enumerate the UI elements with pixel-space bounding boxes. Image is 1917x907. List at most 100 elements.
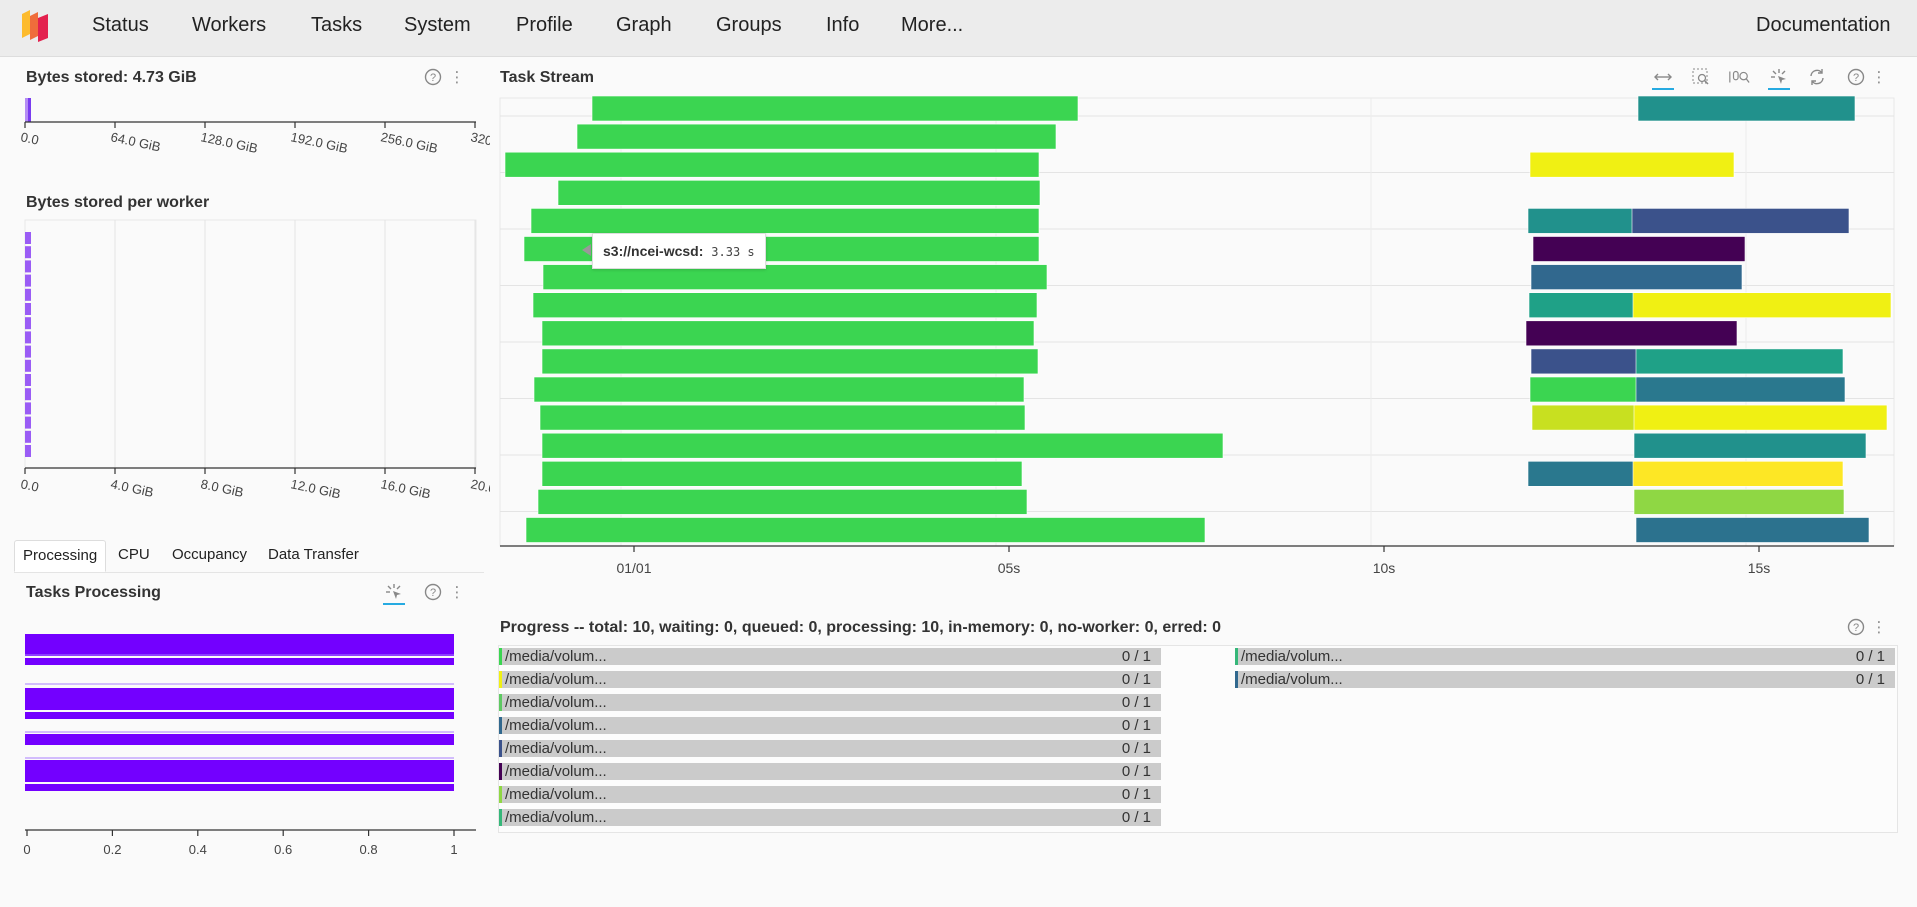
- tab-processing[interactable]: Processing: [14, 540, 107, 572]
- worker-bytes-bar: [25, 430, 31, 443]
- progress-bar: /media/volum... 0 / 1: [1235, 648, 1895, 665]
- more-options-icon[interactable]: ⋮: [1868, 616, 1890, 638]
- tooltip-key: s3://ncei-wcsd:: [603, 243, 704, 259]
- worker-bytes-bar: [25, 388, 31, 401]
- task-stream-bar: [541, 320, 1035, 347]
- bytes-stored-title: Bytes stored: 4.73 GiB: [26, 69, 197, 86]
- nav-documentation[interactable]: Documentation: [1756, 14, 1891, 37]
- bytes-per-worker-chart: 0.0 4.0 GiB 8.0 GiB 12.0 GiB 16.0 GiB 20.0 Gi…: [20, 219, 490, 501]
- help-icon[interactable]: ?: [1845, 616, 1867, 638]
- progress-label: /media/volum...: [1241, 671, 1343, 688]
- task-stream-bar: [1635, 517, 1870, 543]
- axis-tick-label: 0.2: [103, 842, 121, 857]
- progress-label: /media/volum...: [505, 671, 607, 688]
- progress-bar: /media/volum... 0 / 1: [499, 648, 1161, 665]
- tasks-processing-chart: 0 0.2 0.4 0.6 0.8 1: [23, 634, 476, 857]
- axis-tick-label: 0: [23, 842, 30, 857]
- progress-label: /media/volum...: [505, 694, 607, 711]
- more-options-icon[interactable]: ⋮: [1868, 66, 1890, 88]
- worker-bytes-bar: [25, 331, 31, 344]
- worker-bytes-bar: [25, 445, 31, 457]
- task-stream-bar: [539, 404, 1026, 431]
- top-navbar: Status Workers Tasks System Profile Grap…: [0, 0, 1917, 57]
- progress-count: 0 / 1: [1121, 648, 1151, 665]
- task-stream-bar: [1633, 489, 1845, 515]
- processing-bar: [25, 712, 454, 719]
- progress-label: /media/volum...: [505, 717, 607, 734]
- nav-system[interactable]: System: [404, 14, 471, 37]
- worker-bytes-bar: [25, 232, 31, 244]
- tab-occupancy[interactable]: Occupancy: [164, 540, 255, 570]
- nav-groups[interactable]: Groups: [716, 14, 782, 37]
- nav-status[interactable]: Status: [92, 14, 149, 37]
- progress-count: 0 / 1: [1121, 786, 1151, 803]
- task-stream-bar: [1637, 96, 1856, 122]
- progress-bar: /media/volum... 0 / 1: [1235, 671, 1895, 688]
- task-stream-bar: [1633, 404, 1888, 431]
- nav-workers[interactable]: Workers: [192, 14, 266, 37]
- dask-logo-icon[interactable]: [20, 8, 52, 42]
- worker-bytes-bar: [25, 359, 31, 372]
- progress-count: 0 / 1: [1121, 671, 1151, 688]
- task-stream-bar: [1529, 151, 1735, 178]
- progress-title: Progress -- total: 10, waiting: 0, queue…: [500, 619, 1222, 636]
- nav-graph[interactable]: Graph: [616, 14, 672, 37]
- task-stream-bar: [504, 151, 1040, 178]
- svg-text:?: ?: [430, 72, 436, 84]
- task-stream-bar: [537, 489, 1028, 515]
- nav-info[interactable]: Info: [826, 14, 859, 37]
- axis-tick-label: 0.8: [360, 842, 378, 857]
- processing-bar: [25, 634, 454, 656]
- axis-tick-label: 64.0 GiB: [109, 129, 162, 154]
- progress-count: 0 / 1: [1121, 717, 1151, 734]
- axis-tick-label: 15s: [1748, 560, 1771, 576]
- axis-tick-label: 320.0 GiB: [469, 129, 490, 156]
- task-stream-bar: [532, 292, 1038, 318]
- help-icon[interactable]: ?: [422, 581, 444, 603]
- svg-text:?: ?: [1853, 622, 1859, 634]
- worker-bytes-bar: [25, 416, 31, 429]
- worker-bytes-bar: [25, 345, 31, 358]
- tooltip-value: 3.33 s: [711, 245, 755, 259]
- progress-label: /media/volum...: [505, 763, 607, 780]
- pan-tool-icon[interactable]: [1652, 66, 1674, 90]
- progress-bar: /media/volum... 0 / 1: [499, 763, 1161, 780]
- tap-tool-icon[interactable]: [1768, 66, 1790, 90]
- task-stream-bar: [1525, 320, 1738, 347]
- progress-bar: /media/volum... 0 / 1: [499, 717, 1161, 734]
- progress-panel: /media/volum... 0 / 1/media/volum... 0 / 1…: [498, 645, 1898, 833]
- reset-icon[interactable]: [1806, 66, 1828, 88]
- axis-tick-label: 8.0 GiB: [199, 476, 245, 500]
- tasks-processing-title: Tasks Processing: [26, 584, 161, 601]
- task-stream-bar: [1532, 236, 1746, 262]
- task-stream-bar: [1632, 460, 1844, 487]
- progress-bar: /media/volum... 0 / 1: [499, 671, 1161, 688]
- progress-bar: /media/volum... 0 / 1: [499, 740, 1161, 757]
- axis-tick-label: 10s: [1373, 560, 1396, 576]
- axis-tick-label: 0.6: [274, 842, 292, 857]
- axis-tick-label: 01/01: [616, 560, 651, 576]
- tab-cpu[interactable]: CPU: [110, 540, 158, 570]
- worker-bytes-bar: [25, 402, 31, 415]
- bytes-per-worker-title: Bytes stored per worker: [26, 194, 210, 211]
- nav-profile[interactable]: Profile: [516, 14, 573, 37]
- tab-data-transfer[interactable]: Data Transfer: [260, 540, 367, 570]
- progress-count: 0 / 1: [1121, 694, 1151, 711]
- task-stream-bar: [1635, 376, 1846, 403]
- task-stream-bar: [1632, 292, 1892, 318]
- more-options-icon[interactable]: ⋮: [446, 581, 468, 603]
- tap-tool-icon[interactable]: [383, 581, 405, 605]
- nav-more[interactable]: More...: [901, 14, 963, 37]
- wheel-zoom-icon[interactable]: [1728, 66, 1750, 88]
- help-icon[interactable]: ?: [422, 66, 444, 88]
- processing-bar: [25, 688, 454, 710]
- box-zoom-icon[interactable]: [1690, 66, 1712, 88]
- task-stream-bar: [1530, 264, 1743, 290]
- more-options-icon[interactable]: ⋮: [446, 66, 468, 88]
- svg-text:?: ?: [1853, 72, 1859, 84]
- svg-text:?: ?: [430, 587, 436, 599]
- help-icon[interactable]: ?: [1845, 66, 1867, 88]
- task-stream-bar: [533, 376, 1025, 403]
- nav-tasks[interactable]: Tasks: [311, 14, 362, 37]
- axis-tick-label: 0.0: [20, 476, 40, 494]
